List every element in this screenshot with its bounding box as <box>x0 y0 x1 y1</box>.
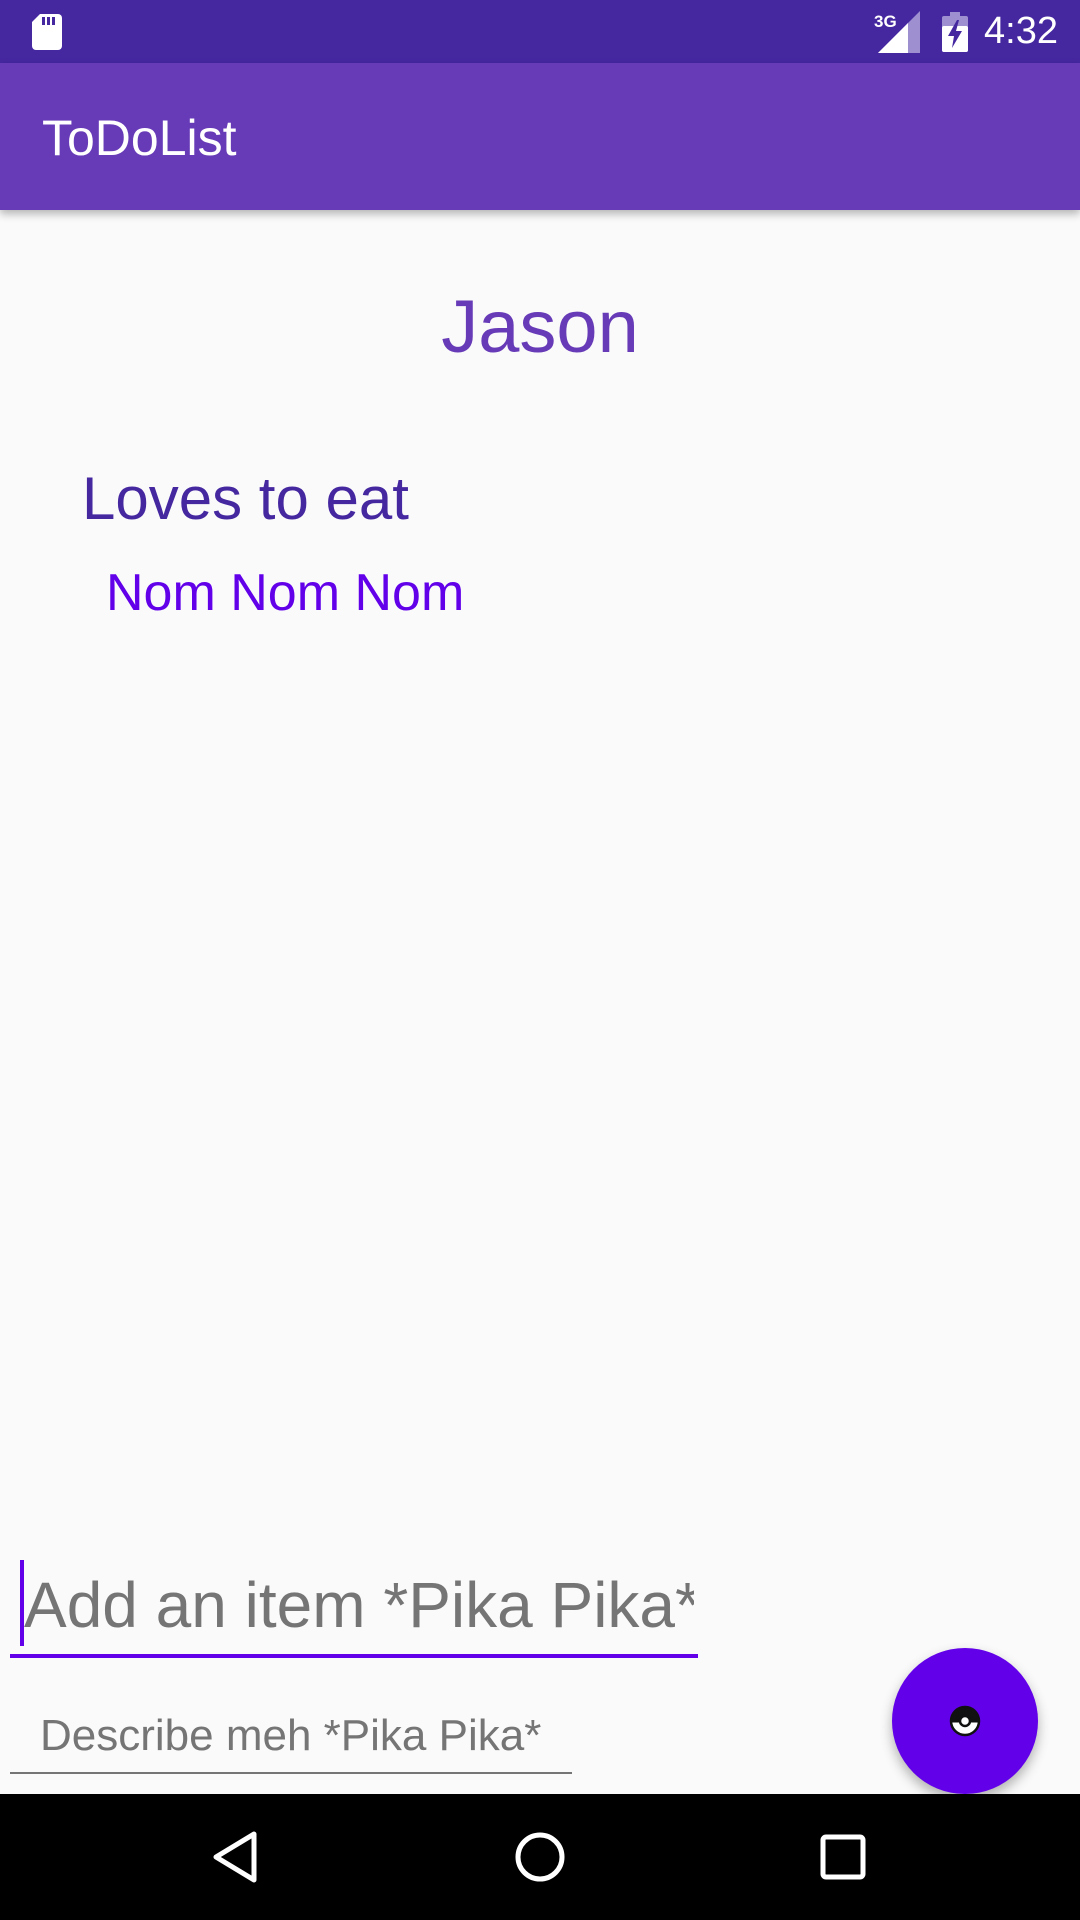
signal-icon: 3G <box>874 10 921 53</box>
list-item-description: Nom Nom Nom <box>106 564 465 622</box>
status-bar: 3G 4:32 <box>0 0 1080 63</box>
item-input[interactable] <box>24 1560 694 1650</box>
network-type-label: 3G <box>874 12 897 31</box>
description-input-underline <box>10 1772 572 1774</box>
recents-icon[interactable] <box>808 1822 878 1892</box>
item-input-container <box>10 1560 698 1658</box>
app-title: ToDoList <box>42 110 237 166</box>
app-bar: ToDoList <box>0 63 1080 210</box>
item-input-underline <box>10 1654 698 1658</box>
list-owner-name: Jason <box>441 285 639 368</box>
description-input-container <box>10 1700 572 1774</box>
status-icons: 3G 4:32 <box>874 0 1058 63</box>
sd-card-icon <box>32 14 62 50</box>
description-input[interactable] <box>40 1704 570 1768</box>
list-item-title: Loves to eat <box>82 465 409 532</box>
add-item-fab[interactable] <box>892 1648 1038 1794</box>
navigation-bar <box>0 1794 1080 1920</box>
clock: 4:32 <box>984 10 1058 52</box>
todo-screen: 3G 4:32 ToDoList Jason Loves to eat Nom … <box>0 0 1080 1920</box>
text-cursor <box>20 1560 24 1646</box>
battery-charging-icon <box>942 11 969 52</box>
home-icon[interactable] <box>505 1822 575 1892</box>
back-icon[interactable] <box>202 1822 272 1892</box>
pokeball-icon <box>949 1705 981 1737</box>
